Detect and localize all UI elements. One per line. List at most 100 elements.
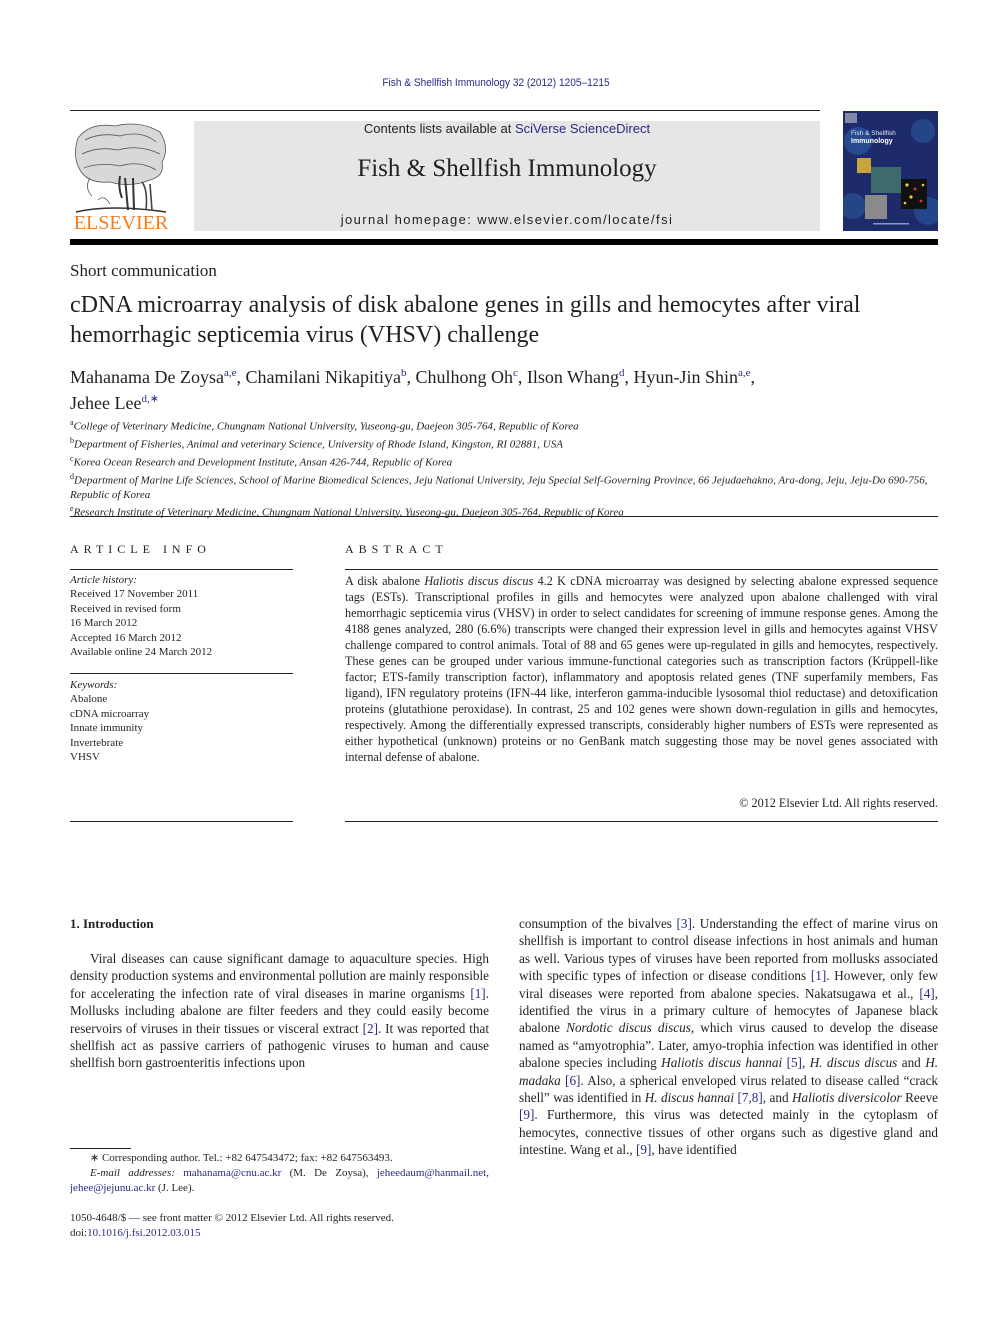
article-info-rule — [70, 673, 293, 674]
affiliation-item: bDepartment of Fisheries, Animal and vet… — [70, 434, 938, 452]
top-rule — [70, 110, 820, 111]
keywords-block: Keywords: Abalone cDNA microarray Innate i… — [70, 678, 293, 764]
masthead-thick-rule — [70, 239, 938, 245]
citation-link[interactable]: [1] — [470, 986, 485, 1001]
author-separator: , — [517, 367, 527, 387]
affiliation-text: College of Veterinary Medicine, Chungnam… — [73, 420, 579, 433]
citation-link[interactable]: [1] — [811, 968, 826, 983]
author-affiliation-marker[interactable]: d,∗ — [141, 393, 158, 405]
abstract-rule — [345, 569, 938, 570]
citation-link[interactable]: [6] — [565, 1073, 580, 1088]
citation-link[interactable]: [4] — [919, 986, 934, 1001]
history-item: Available online 24 March 2012 — [70, 646, 213, 659]
article-history-label: Article history: — [70, 574, 137, 586]
author-separator: , — [750, 367, 756, 387]
journal-cover-image[interactable]: Fish & Shellfish Immunology — [843, 111, 938, 231]
body-text: Viral diseases can cause significant dam… — [70, 951, 489, 1001]
abstract-rule — [345, 821, 938, 822]
email-link[interactable]: jeheedaum@hanmail.net — [377, 1167, 486, 1179]
author-affiliation-marker[interactable]: a,e — [224, 367, 237, 379]
history-item: Accepted 16 March 2012 — [70, 631, 182, 644]
section-divider — [70, 516, 938, 517]
keywords-label: Keywords: — [70, 679, 118, 691]
footnote-rule — [70, 1148, 131, 1149]
body-text: and — [897, 1055, 926, 1071]
corresponding-author-line: ∗ Corresponding author. Tel.: +82 647543… — [90, 1152, 393, 1164]
affiliation-text: Korea Ocean Research and Development Ins… — [73, 456, 453, 469]
italic-species-name: H. discus discus — [809, 1055, 898, 1071]
abstract-heading: ABSTRACT — [345, 542, 448, 556]
citation-link[interactable]: [9] — [519, 1107, 534, 1122]
email-owner: (J. Lee). — [155, 1182, 195, 1194]
keyword-item: VHSV — [70, 751, 100, 764]
author-name[interactable]: Chamilani Nikapitiya — [245, 367, 400, 387]
article-info-heading: ARTICLE INFO — [70, 542, 211, 556]
body-text: consumption of the bivalves — [519, 916, 677, 931]
email-link[interactable]: jehee@jejunu.ac.kr — [70, 1182, 155, 1194]
body-text: Reeve — [901, 1090, 939, 1106]
email-label: E-mail addresses: — [90, 1167, 175, 1179]
elsevier-wordmark: ELSEVIER — [74, 212, 169, 232]
cover-title-line2: Immunology — [851, 138, 893, 145]
elsevier-tree-icon: ELSEVIER — [74, 123, 169, 234]
citation-link[interactable]: [7,8] — [738, 1090, 763, 1105]
article-type: Short communication — [70, 261, 217, 280]
body-text: , — [801, 1055, 810, 1071]
introduction-column-2: consumption of the bivalves [3]. Underst… — [519, 915, 938, 1159]
body-text: , have identified — [651, 1142, 737, 1158]
journal-homepage[interactable]: journal homepage: www.elsevier.com/locat… — [194, 212, 820, 227]
cover-title-line1: Fish & Shellfish — [851, 130, 896, 137]
affiliation-text: Department of Fisheries, Animal and vete… — [74, 438, 563, 451]
author-name[interactable]: Jehee Lee — [70, 393, 141, 413]
author-list: Mahanama De Zoysaa,e, Chamilani Nikapiti… — [70, 362, 940, 414]
keyword-list: Abalone cDNA microarray Innate immunity Inv… — [70, 692, 293, 764]
sciencedirect-link[interactable]: SciVerse ScienceDirect — [515, 121, 650, 136]
article-title: cDNA microarray analysis of disk abalone… — [70, 292, 861, 348]
abstract-text: A disk abalone Haliotis discus discus 4.… — [345, 573, 938, 765]
cover-art-icon: Fish & Shellfish Immunology — [843, 111, 938, 231]
citation-link[interactable]: [5] — [787, 1055, 802, 1070]
article-info-rule — [70, 569, 293, 570]
email-separator: , — [486, 1167, 489, 1179]
email-link[interactable]: mahanama@cnu.ac.kr — [183, 1167, 281, 1179]
citation-link[interactable]: [9] — [636, 1142, 651, 1157]
journal-name: Fish & Shellfish Immunology — [357, 155, 657, 182]
author-name[interactable]: Ilson Whang — [527, 367, 619, 387]
history-item: Received 17 November 2011 — [70, 588, 199, 601]
email-owner: (M. De Zoysa), — [281, 1167, 377, 1179]
issn-line: 1050-4648/$ — see front matter © 2012 El… — [70, 1212, 394, 1224]
italic-species-name: Haliotis diversicolor — [791, 1090, 902, 1106]
elsevier-logo[interactable]: ELSEVIER — [70, 118, 172, 234]
keyword-item: Invertebrate — [70, 736, 124, 749]
contents-prefix: Contents lists available at — [363, 121, 515, 136]
author-name[interactable]: Chulhong Oh — [415, 367, 513, 387]
article-history: Article history: Received 17 November 20… — [70, 573, 293, 659]
affiliation-item: dDepartment of Marine Life Sciences, Sch… — [70, 470, 938, 502]
introduction-column-1: Viral diseases can cause significant dam… — [70, 950, 489, 1072]
italic-species-name: Haliotis discus hannai — [661, 1055, 783, 1071]
running-header[interactable]: Fish & Shellfish Immunology 32 (2012) 12… — [40, 77, 953, 89]
author-name[interactable]: Hyun-Jin Shin — [634, 367, 739, 387]
affiliation-item: cKorea Ocean Research and Development In… — [70, 452, 938, 470]
citation-link[interactable]: [2] — [363, 1021, 378, 1036]
species-name: Haliotis discus discus — [424, 574, 534, 588]
affiliation-item: eResearch Institute of Veterinary Medici… — [70, 502, 938, 520]
author-name[interactable]: Mahanama De Zoysa — [70, 367, 224, 387]
corresponding-author-footnote: ∗ Corresponding author. Tel.: +82 647543… — [70, 1151, 489, 1196]
keyword-item: Innate immunity — [70, 722, 144, 735]
affiliation-item: aCollege of Veterinary Medicine, Chungna… — [70, 416, 938, 434]
article-history-list: Received 17 November 2011 Received in rev… — [70, 587, 293, 659]
doi-link[interactable]: 10.1016/j.fsi.2012.03.015 — [87, 1227, 200, 1239]
body-text: , and — [762, 1090, 792, 1106]
italic-species-name: Nordotic discus discus, — [566, 1020, 695, 1036]
keyword-item: cDNA microarray — [70, 707, 150, 720]
abstract-text-part: A disk abalone — [345, 574, 425, 588]
author-affiliation-marker[interactable]: a,e — [738, 367, 751, 379]
history-item: 16 March 2012 — [70, 617, 138, 630]
front-matter-info: 1050-4648/$ — see front matter © 2012 El… — [70, 1211, 489, 1240]
abstract-copyright: © 2012 Elsevier Ltd. All rights reserved… — [739, 796, 938, 810]
author-separator: , — [624, 367, 634, 387]
affiliation-text: Department of Marine Life Sciences, Scho… — [70, 474, 928, 501]
citation-link[interactable]: [3] — [677, 916, 692, 931]
affiliation-list: aCollege of Veterinary Medicine, Chungna… — [70, 416, 938, 520]
